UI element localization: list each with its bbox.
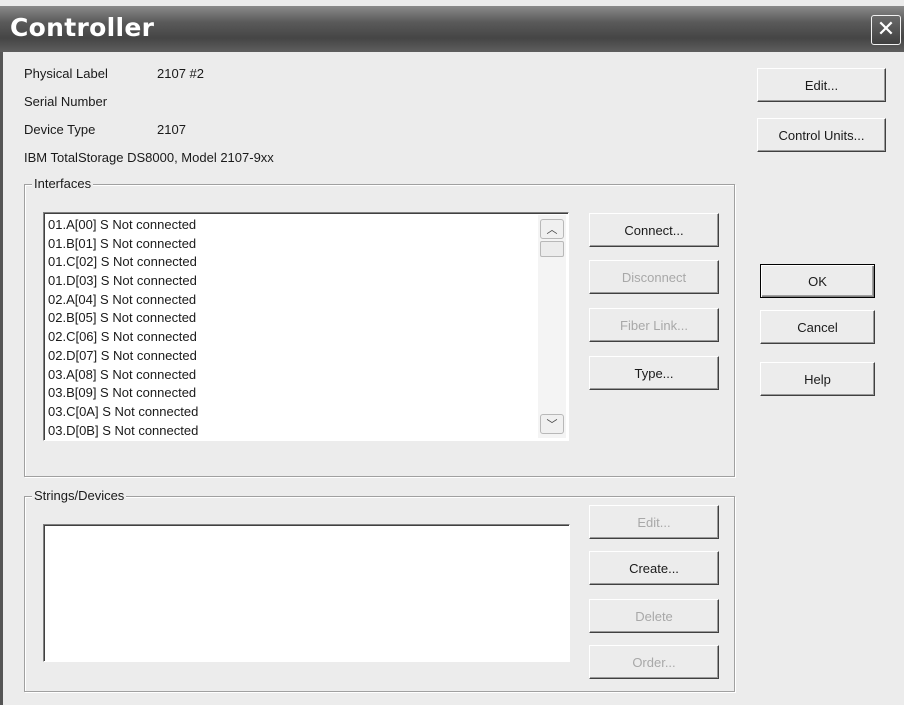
list-item[interactable]: 02.B[05] S Not connected: [48, 309, 538, 328]
connect-button[interactable]: Connect...: [589, 213, 719, 247]
controller-dialog: Controller ✕ Physical Label 2107 #2 Seri…: [0, 0, 904, 705]
interfaces-group-title: Interfaces: [32, 176, 94, 191]
window-title: Controller: [10, 13, 155, 42]
close-button[interactable]: ✕: [871, 15, 901, 45]
order-string-button[interactable]: Order...: [589, 645, 719, 679]
scroll-down-button[interactable]: ﹀: [540, 414, 564, 434]
strings-devices-group-title: Strings/Devices: [32, 488, 127, 503]
disconnect-button[interactable]: Disconnect: [589, 260, 719, 294]
delete-string-button[interactable]: Delete: [589, 599, 719, 633]
help-button[interactable]: Help: [760, 362, 875, 396]
type-button[interactable]: Type...: [589, 356, 719, 390]
serial-number-caption: Serial Number: [24, 94, 108, 109]
physical-label-value: 2107 #2: [157, 66, 204, 81]
list-item[interactable]: 03.D[0B] S Not connected: [48, 422, 538, 440]
scroll-up-button[interactable]: ︿: [540, 219, 564, 239]
scroll-thumb[interactable]: [540, 241, 564, 257]
fiber-link-button[interactable]: Fiber Link...: [589, 308, 719, 342]
close-icon: ✕: [876, 17, 896, 42]
list-item[interactable]: 02.A[04] S Not connected: [48, 291, 538, 310]
list-item[interactable]: 01.A[00] S Not connected: [48, 216, 538, 235]
model-description: IBM TotalStorage DS8000, Model 2107-9xx: [24, 150, 274, 165]
strings-devices-list[interactable]: [43, 524, 570, 662]
control-units-button[interactable]: Control Units...: [757, 118, 886, 152]
device-type-caption: Device Type: [24, 122, 96, 137]
list-item[interactable]: 03.C[0A] S Not connected: [48, 403, 538, 422]
edit-string-button[interactable]: Edit...: [589, 505, 719, 539]
list-item[interactable]: 01.D[03] S Not connected: [48, 272, 538, 291]
list-item[interactable]: 01.C[02] S Not connected: [48, 253, 538, 272]
window-border: [0, 52, 3, 705]
chevron-down-icon: ﹀: [546, 419, 558, 431]
interfaces-list-items: 01.A[00] S Not connected 01.B[01] S Not c…: [48, 216, 538, 440]
edit-controller-button[interactable]: Edit...: [757, 68, 886, 102]
interfaces-list[interactable]: 01.A[00] S Not connected 01.B[01] S Not c…: [43, 212, 569, 441]
create-string-button[interactable]: Create...: [589, 551, 719, 585]
physical-label-caption: Physical Label: [24, 66, 108, 81]
interfaces-scrollbar[interactable]: ︿ ﹀: [538, 215, 566, 438]
chevron-up-icon: ︿: [546, 224, 558, 236]
ok-button[interactable]: OK: [760, 264, 875, 298]
device-type-value: 2107: [157, 122, 186, 137]
list-item[interactable]: 03.A[08] S Not connected: [48, 366, 538, 385]
title-bar[interactable]: Controller ✕: [0, 6, 904, 52]
list-item[interactable]: 01.B[01] S Not connected: [48, 235, 538, 254]
list-item[interactable]: 02.C[06] S Not connected: [48, 328, 538, 347]
list-item[interactable]: 03.B[09] S Not connected: [48, 384, 538, 403]
list-item[interactable]: 02.D[07] S Not connected: [48, 347, 538, 366]
cancel-button[interactable]: Cancel: [760, 310, 875, 344]
